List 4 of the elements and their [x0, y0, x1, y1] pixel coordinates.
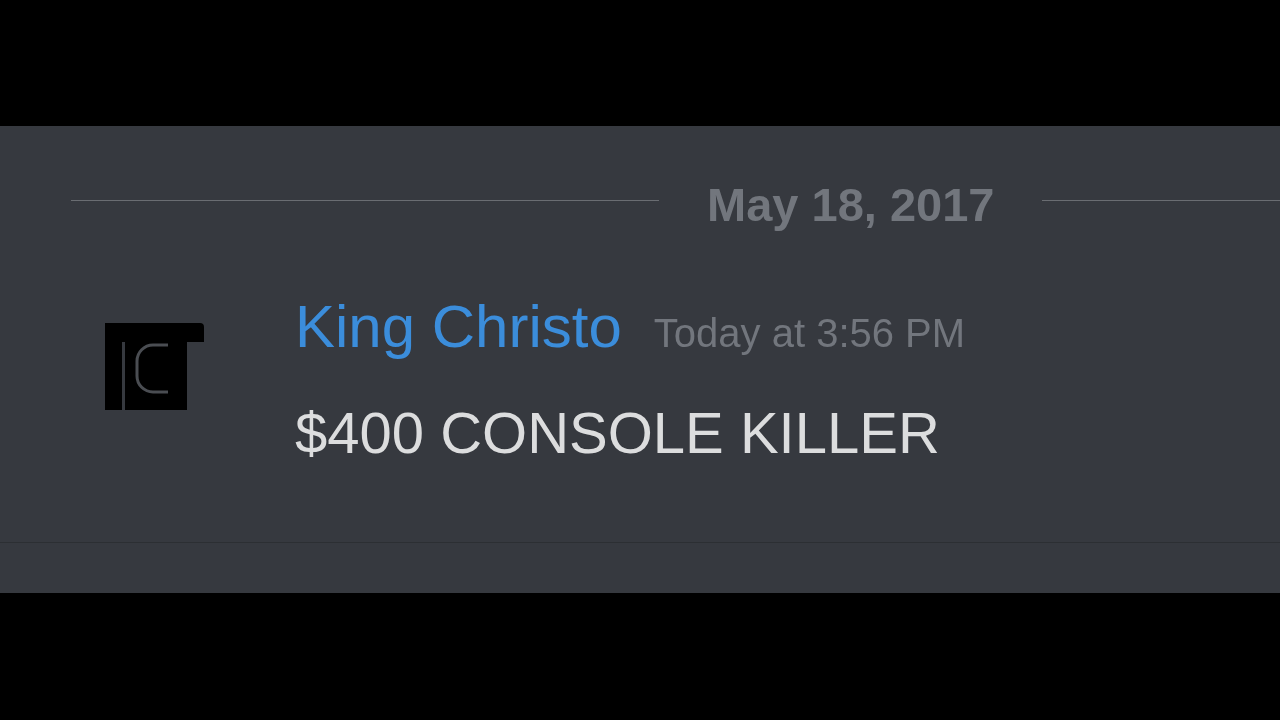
username[interactable]: King Christo — [295, 297, 622, 357]
logo-avatar-icon[interactable] — [105, 323, 204, 410]
message-text: $400 CONSOLE KILLER — [295, 404, 941, 462]
message-timestamp: Today at 3:56 PM — [653, 313, 966, 353]
